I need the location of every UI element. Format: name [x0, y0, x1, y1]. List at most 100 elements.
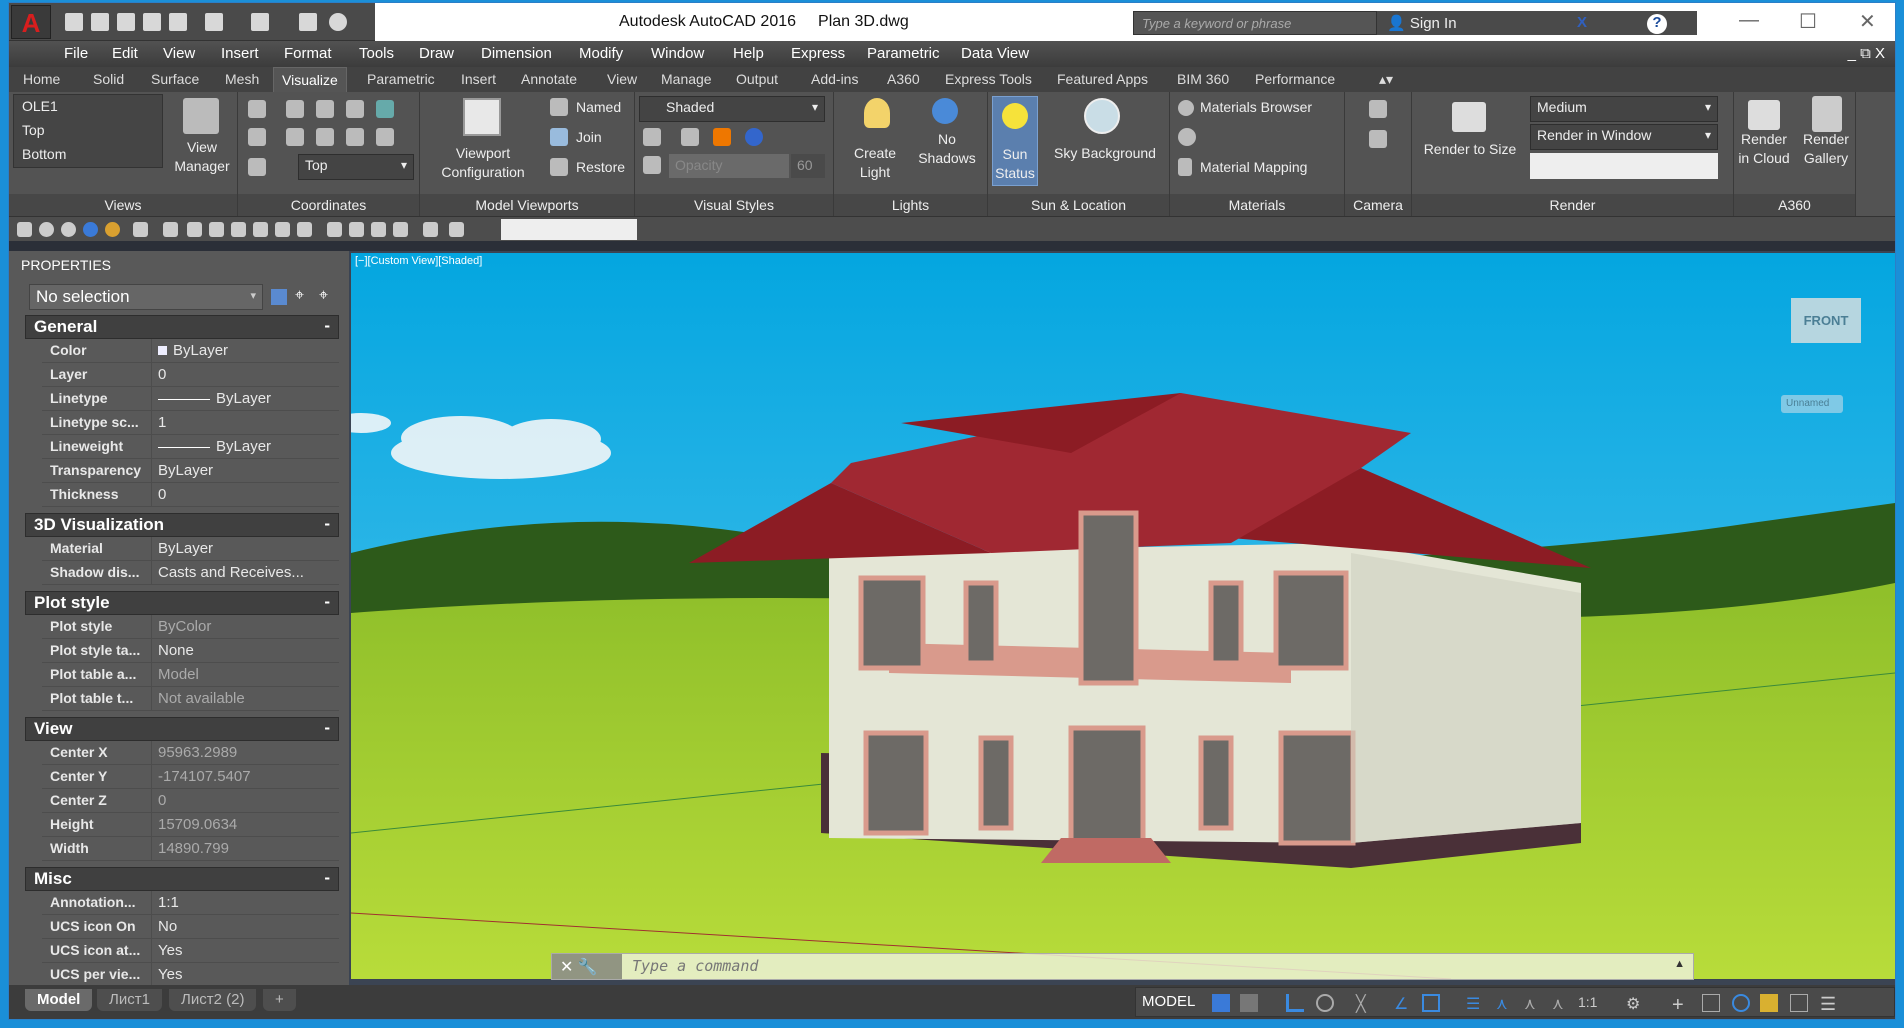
- annotation-scale-icon[interactable]: ⋏: [1552, 994, 1570, 1013]
- menu-tools[interactable]: Tools: [359, 45, 394, 62]
- toolbar-icon[interactable]: [83, 222, 98, 237]
- property-row[interactable]: Linetype sc... 1: [42, 411, 339, 435]
- ucs-world-icon[interactable]: [286, 100, 304, 118]
- sun-status-button[interactable]: Sun Status: [992, 96, 1038, 186]
- new-layout-button[interactable]: +: [263, 989, 296, 1011]
- menu-format[interactable]: Format: [284, 45, 332, 62]
- tab-manage[interactable]: Manage: [661, 71, 712, 87]
- ucs-object-icon[interactable]: [316, 100, 334, 118]
- property-row[interactable]: Shadow dis... Casts and Receives...: [42, 561, 339, 585]
- join-button[interactable]: Join: [576, 128, 602, 147]
- menu-express[interactable]: Express: [791, 45, 845, 62]
- property-row[interactable]: Height 15709.0634: [42, 813, 339, 837]
- application-menu-button[interactable]: A: [11, 5, 51, 39]
- snap-icon[interactable]: [1240, 994, 1258, 1012]
- viewport-configuration-button[interactable]: Viewport Configuration: [422, 144, 544, 182]
- toolbar-icon[interactable]: [187, 222, 202, 237]
- toolbar-icon[interactable]: [105, 222, 120, 237]
- hardware-acceleration-icon[interactable]: [1732, 994, 1750, 1012]
- toolbar-icon[interactable]: [209, 222, 224, 237]
- ucs-named-select[interactable]: Top: [298, 154, 414, 180]
- menu-insert[interactable]: Insert: [221, 45, 259, 62]
- toolbar-icon[interactable]: [231, 222, 246, 237]
- annotation-scale-value[interactable]: 1:1: [1578, 994, 1597, 1010]
- grid-icon[interactable]: [1212, 994, 1230, 1012]
- tab-layout1[interactable]: Лист1: [97, 989, 162, 1011]
- opacity-slider[interactable]: Opacity: [669, 154, 789, 178]
- annotation-visibility-icon[interactable]: ⋏: [1496, 994, 1514, 1013]
- x-ray-icon[interactable]: [681, 128, 699, 146]
- ucs-x-icon[interactable]: [248, 128, 266, 146]
- property-row[interactable]: Width 14890.799: [42, 837, 339, 861]
- fullscreen-icon[interactable]: [1790, 994, 1808, 1012]
- property-row[interactable]: Lineweight ByLayer: [42, 435, 339, 459]
- ucs-view-icon[interactable]: [346, 100, 364, 118]
- toolbar-icon[interactable]: [327, 222, 342, 237]
- toolbar-icon[interactable]: [275, 222, 290, 237]
- tab-output[interactable]: Output: [736, 71, 778, 87]
- workspace-gear-icon[interactable]: ⚙: [1626, 994, 1644, 1013]
- tab-bim-360[interactable]: BIM 360: [1177, 71, 1229, 87]
- property-row[interactable]: UCS per vie... Yes: [42, 963, 339, 987]
- dynamic-ucs-icon[interactable]: [1422, 994, 1440, 1012]
- ucs-3-icon[interactable]: [376, 128, 394, 146]
- property-row[interactable]: Thickness 0: [42, 483, 339, 507]
- property-row[interactable]: Plot style ByColor: [42, 615, 339, 639]
- otrack-icon[interactable]: ∠: [1394, 994, 1412, 1013]
- tab-layout2[interactable]: Лист2 (2): [169, 989, 257, 1011]
- selection-select[interactable]: No selection: [29, 284, 263, 310]
- tab-performance[interactable]: Performance: [1255, 71, 1335, 87]
- tab-featured-apps[interactable]: Featured Apps: [1057, 71, 1148, 87]
- face-color-icon[interactable]: [713, 128, 731, 146]
- customize-icon[interactable]: 🔧: [578, 959, 598, 976]
- quick-select-icon[interactable]: ⌖: [319, 287, 328, 305]
- ucs-menu[interactable]: Unnamed: [1781, 395, 1843, 413]
- ucs-3point-icon[interactable]: [316, 128, 334, 146]
- isolate-icon[interactable]: [1702, 994, 1720, 1012]
- tab-model[interactable]: Model: [25, 989, 93, 1011]
- render-gallery-button[interactable]: Render Gallery: [1796, 130, 1856, 168]
- undo-icon[interactable]: [205, 13, 223, 31]
- select-objects-icon[interactable]: ⌖: [295, 287, 304, 305]
- view-item-bottom[interactable]: Bottom: [22, 145, 66, 164]
- views-list[interactable]: OLE1 Top Bottom: [13, 94, 163, 168]
- maximize-button[interactable]: ☐: [1799, 9, 1817, 34]
- viewcube[interactable]: FRONT: [1791, 298, 1861, 343]
- toolbar-icon[interactable]: [163, 222, 178, 237]
- close-command-icon[interactable]: ✕: [560, 959, 573, 976]
- new-icon[interactable]: [65, 13, 83, 31]
- ucs-icon[interactable]: [248, 100, 266, 118]
- toggle-pickadd-icon[interactable]: [271, 289, 287, 305]
- ucs-globe-icon[interactable]: [376, 100, 394, 118]
- minimize-button[interactable]: —: [1739, 9, 1759, 32]
- customization-menu-icon[interactable]: ☰: [1820, 994, 1838, 1014]
- menu-data-view[interactable]: Data View: [961, 45, 1029, 62]
- named-button[interactable]: Named: [576, 98, 621, 117]
- section-header[interactable]: View: [25, 717, 339, 741]
- toolbar-icon[interactable]: [297, 222, 312, 237]
- edge-effects-icon[interactable]: [643, 128, 661, 146]
- search-input[interactable]: Type a keyword or phrase: [1133, 11, 1377, 35]
- tab-parametric[interactable]: Parametric: [367, 71, 435, 87]
- plot-icon[interactable]: [169, 13, 187, 31]
- toolbar-icon[interactable]: [349, 222, 364, 237]
- command-input[interactable]: Type a command: [632, 957, 758, 975]
- match-properties-icon[interactable]: [299, 13, 317, 31]
- ucs-z-icon[interactable]: [346, 128, 364, 146]
- sky-background-button[interactable]: Sky Background: [1042, 144, 1168, 163]
- show-cameras-icon[interactable]: [1369, 130, 1387, 148]
- model-space-button[interactable]: MODEL: [1142, 993, 1195, 1010]
- sign-in-button[interactable]: 👤 Sign In X?: [1377, 11, 1697, 35]
- osnap-icon[interactable]: ╳: [1356, 994, 1374, 1013]
- mdi-window-controls[interactable]: _ ⧉ X: [1848, 45, 1885, 62]
- workspace-icon[interactable]: [329, 13, 347, 31]
- menu-modify[interactable]: Modify: [579, 45, 623, 62]
- menu-view[interactable]: View: [163, 45, 195, 62]
- menu-file[interactable]: File: [64, 45, 88, 62]
- viewport-controls[interactable]: [−][Custom View][Shaded]: [355, 255, 482, 267]
- tab-solid[interactable]: Solid: [93, 71, 124, 87]
- property-row[interactable]: Center Z 0: [42, 789, 339, 813]
- toolbar-icon[interactable]: [423, 222, 438, 237]
- help-icon[interactable]: ?: [1647, 14, 1667, 34]
- property-row[interactable]: Linetype ByLayer: [42, 387, 339, 411]
